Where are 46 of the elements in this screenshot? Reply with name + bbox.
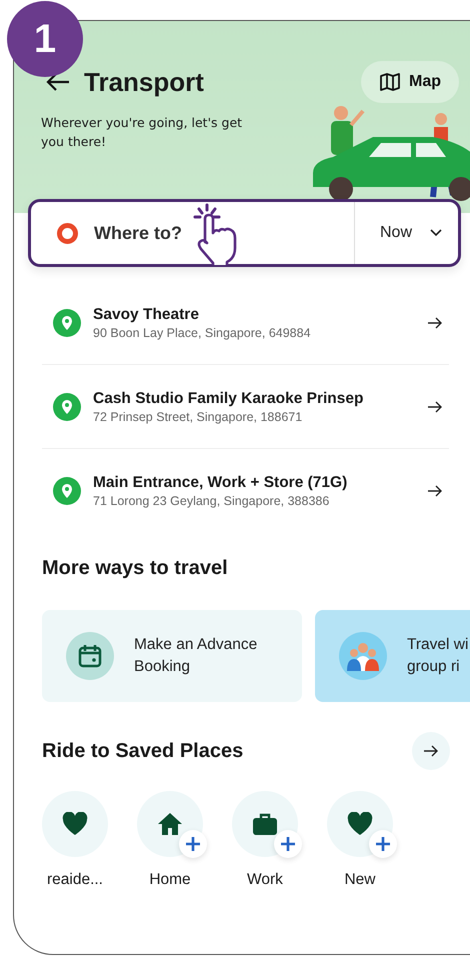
- home-icon: [157, 812, 183, 836]
- saved-place-label: New: [344, 871, 376, 889]
- section-heading: More ways to travel: [42, 557, 229, 580]
- travel-option-card[interactable]: Make an Advance Booking: [42, 610, 302, 702]
- card-label: Make an Advance Booking: [134, 635, 258, 677]
- map-icon: [379, 72, 401, 92]
- heart-icon: [347, 812, 373, 836]
- place-address: 71 Lorong 23 Geylang, Singapore, 388386: [93, 494, 330, 508]
- step-number-badge: 1: [7, 1, 83, 77]
- location-pin-icon: [53, 477, 81, 505]
- place-address: 90 Boon Lay Place, Singapore, 649884: [93, 326, 312, 340]
- add-plus-icon: [369, 830, 397, 858]
- arrow-right-icon: [427, 316, 443, 330]
- saved-place-label: Work: [247, 871, 283, 889]
- travel-option-card[interactable]: Travel wi group ri: [315, 610, 470, 702]
- destination-search-bar[interactable]: Where to? Now: [28, 199, 461, 267]
- origin-dot-icon: [57, 222, 78, 244]
- map-button[interactable]: Map: [361, 61, 459, 103]
- heart-icon: [62, 812, 88, 836]
- section-heading: Ride to Saved Places: [42, 740, 244, 762]
- page-title: Transport: [84, 66, 204, 98]
- calendar-icon: [77, 643, 103, 669]
- location-pin-icon: [53, 392, 81, 420]
- time-dropdown[interactable]: Now: [354, 224, 458, 242]
- saved-place-label: reaide...: [46, 871, 103, 889]
- place-name: Savoy Theatre: [93, 306, 200, 324]
- chevron-down-icon: [430, 229, 442, 237]
- group-people-icon: [345, 641, 381, 671]
- recent-place-row[interactable]: Savoy Theatre 90 Boon Lay Place, Singapore, 649884: [42, 281, 449, 365]
- see-all-arrow-button[interactable]: [412, 732, 450, 770]
- add-plus-icon: [179, 830, 207, 858]
- recent-place-row[interactable]: Main Entrance, Work + Store (71G) 71 Lorong 23 Geylang, Singapore, 388386: [42, 449, 449, 533]
- arrow-right-icon: [427, 400, 443, 414]
- page-subtitle: Wherever you're going, let's get you there!: [41, 114, 244, 151]
- location-pin-icon: [53, 308, 81, 336]
- place-address: 72 Prinsep Street, Singapore, 188671: [93, 410, 304, 424]
- tap-hand-icon: [193, 203, 237, 265]
- card-label: Travel wi group ri: [407, 635, 468, 677]
- place-name: Cash Studio Family Karaoke Prinsep: [93, 390, 364, 408]
- arrow-right-icon: [427, 484, 443, 498]
- place-name: Main Entrance, Work + Store (71G): [93, 474, 348, 492]
- arrow-right-icon: [423, 744, 439, 758]
- add-plus-icon: [274, 830, 302, 858]
- briefcase-icon: [252, 812, 278, 836]
- saved-place-label: Home: [149, 871, 191, 889]
- recent-place-row[interactable]: Cash Studio Family Karaoke Prinsep 72 Prinsep Street, Singapore, 188671: [42, 365, 449, 449]
